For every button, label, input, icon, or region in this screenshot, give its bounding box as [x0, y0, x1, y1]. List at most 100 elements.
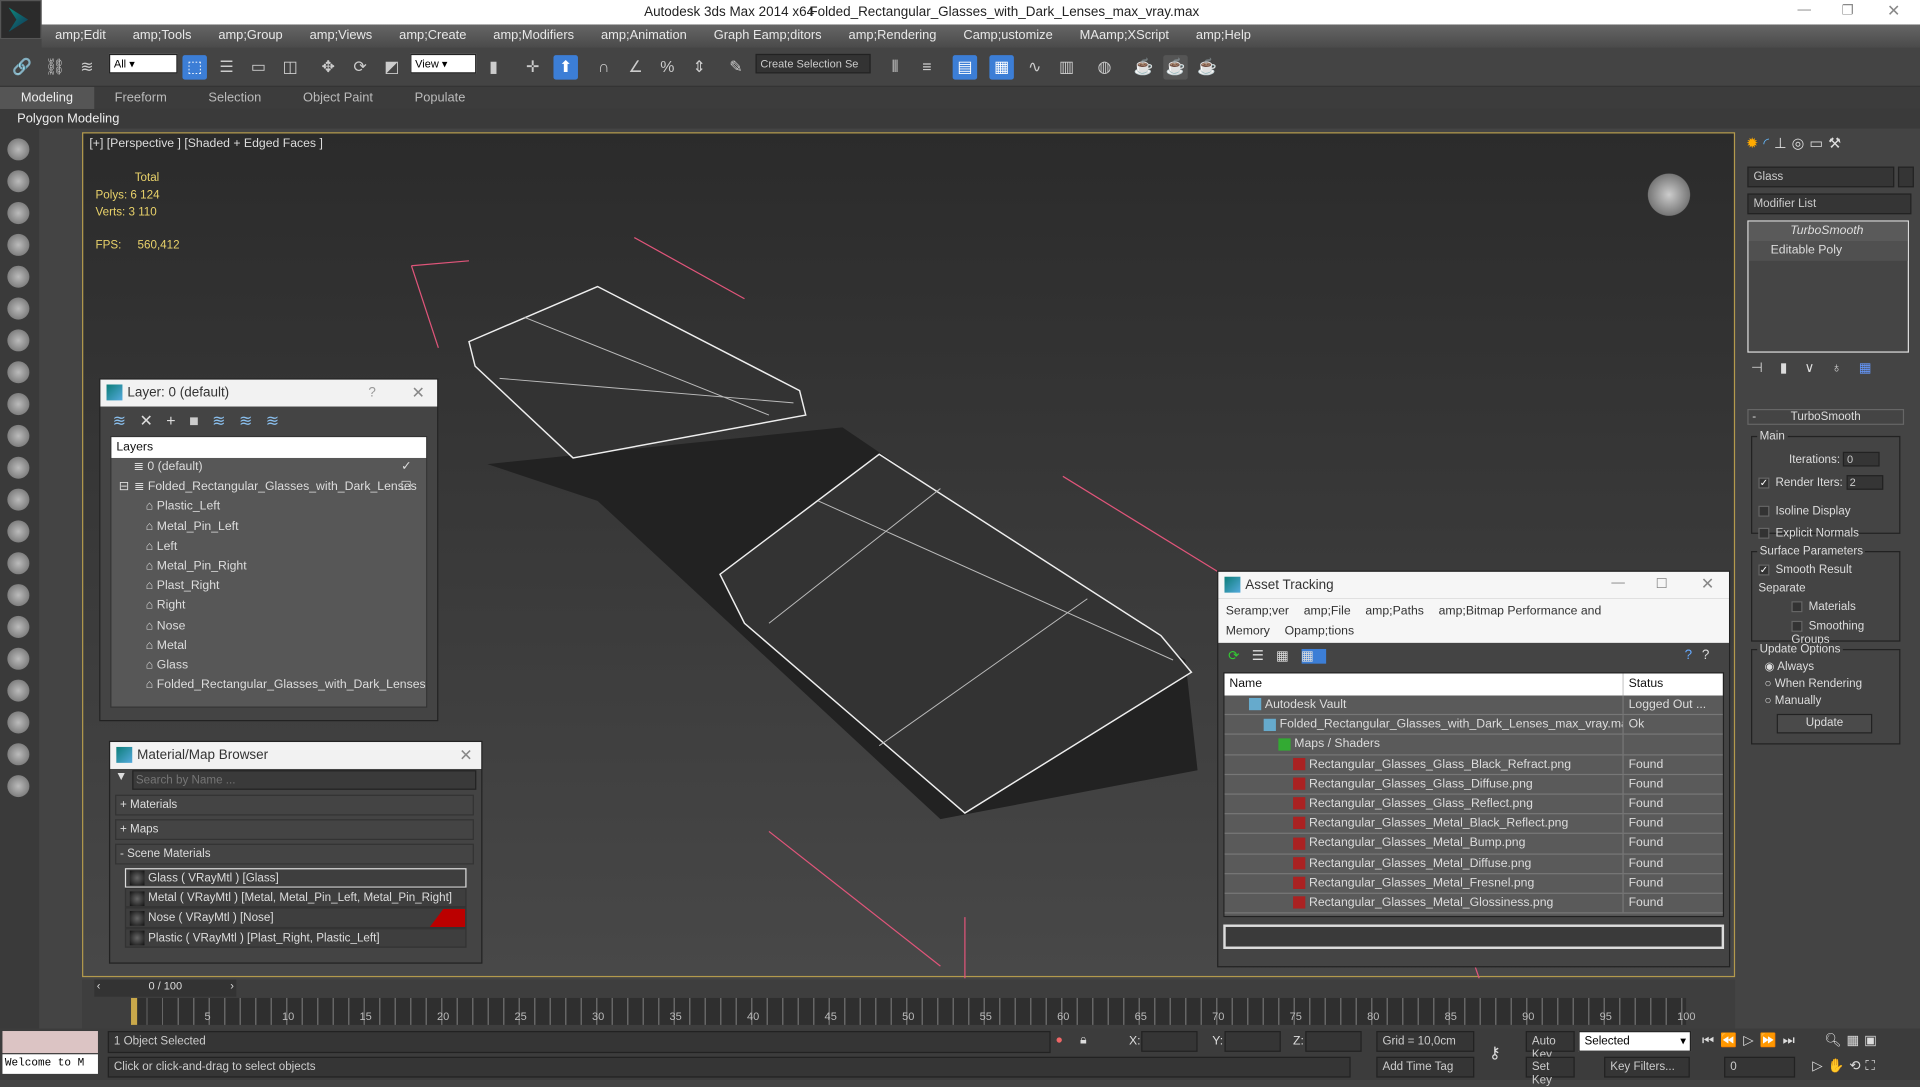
reference-coord-dropdown[interactable]: View ▾: [410, 53, 477, 74]
material-item[interactable]: Plastic ( VRayMtl ) [Plast_Right, Plasti…: [124, 927, 467, 948]
highlight-layer-icon[interactable]: ≋: [212, 411, 239, 429]
object-row[interactable]: ⌂ Plastic_Left: [111, 498, 426, 518]
collapse-icon[interactable]: ⊟: [119, 480, 129, 493]
ribbon-tab[interactable]: Modeling: [0, 86, 94, 109]
zoom-icon[interactable]: 🔍︎: [1824, 1033, 1846, 1048]
named-selection-dropdown[interactable]: Create Selection Se: [755, 53, 871, 74]
refresh-icon[interactable]: ⟳: [1228, 649, 1252, 664]
list-view-icon[interactable]: ☰: [1252, 649, 1276, 664]
tool-icon[interactable]: [7, 202, 30, 225]
time-slider[interactable]: ‹ 0 / 100 ›: [94, 979, 237, 997]
isoline-checkbox[interactable]: [1758, 505, 1770, 517]
object-row[interactable]: ⌂ Glass: [111, 656, 426, 676]
tool-icon[interactable]: [7, 138, 30, 161]
isolate-icon[interactable]: ●: [1056, 1033, 1063, 1046]
maxscript-listener[interactable]: [2, 1031, 98, 1054]
keyboard-shortcut-icon[interactable]: ⬆: [553, 55, 578, 80]
material-item[interactable]: Glass ( VRayMtl ) [Glass]: [124, 868, 467, 888]
menu-item[interactable]: amp;Rendering: [835, 24, 950, 47]
asset-row[interactable]: Rectangular_Glasses_Glass_Reflect.png Fou…: [1224, 794, 1723, 815]
snap-icon[interactable]: ∩: [591, 55, 615, 79]
object-row[interactable]: ⌂ Right: [111, 597, 426, 617]
menu-item[interactable]: amp;Tools: [119, 24, 205, 47]
tool-icon[interactable]: [7, 488, 30, 511]
y-coordinate-field[interactable]: [1224, 1031, 1281, 1052]
current-layer-check-icon[interactable]: ✓: [401, 458, 411, 478]
tool-icon[interactable]: [7, 170, 30, 193]
object-row[interactable]: ⌂ Metal_Pin_Right: [111, 557, 426, 577]
asset-row[interactable]: Rectangular_Glasses_Metal_Bump.png Found: [1224, 834, 1723, 855]
browser-section-header[interactable]: + Maps: [115, 819, 474, 841]
close-button[interactable]: ✕: [1701, 574, 1714, 594]
menu-item[interactable]: MAamp;XScript: [1066, 24, 1182, 47]
tool-icon[interactable]: [7, 552, 30, 575]
tool-icon[interactable]: [7, 393, 30, 416]
object-row[interactable]: ⌂ Left: [111, 537, 426, 557]
bind-spacewarp-icon[interactable]: ≋: [75, 55, 99, 79]
object-row[interactable]: ⌂ Metal: [111, 636, 426, 656]
always-radio[interactable]: ◉ Always: [1764, 660, 1814, 673]
add-time-tag[interactable]: Add Time Tag: [1376, 1056, 1475, 1078]
object-row[interactable]: ⌂ Nose: [111, 617, 426, 637]
options-menu-icon[interactable]: ▼: [115, 770, 132, 790]
zoom-all-icon[interactable]: ▦: [1846, 1033, 1864, 1048]
lock-selection-icon[interactable]: 🔒︎: [1080, 1033, 1087, 1046]
asset-row[interactable]: Rectangular_Glasses_Metal_Black_Reflect.…: [1224, 814, 1723, 835]
explicit-normals-checkbox[interactable]: [1758, 527, 1770, 539]
orbit-icon[interactable]: ⟲: [1849, 1059, 1865, 1074]
smoothing-groups-checkbox[interactable]: [1791, 620, 1803, 632]
menu-item[interactable]: amp;Views: [296, 24, 386, 47]
menu-item[interactable]: amp;Modifiers: [480, 24, 588, 47]
menu-item[interactable]: Camp;ustomize: [950, 24, 1066, 47]
materials-checkbox[interactable]: [1791, 601, 1803, 613]
window-crossing-icon[interactable]: ◫: [278, 55, 302, 79]
add-to-layer-icon[interactable]: +: [166, 411, 189, 429]
hide-all-icon[interactable]: ≋: [239, 411, 266, 429]
x-coordinate-field[interactable]: [1141, 1031, 1198, 1052]
prev-key-icon[interactable]: ⏪: [1720, 1033, 1743, 1048]
asset-row[interactable]: Rectangular_Glasses_Glass_Black_Refract.…: [1224, 754, 1723, 775]
asset-row[interactable]: Autodesk Vault Logged Out ...: [1224, 695, 1723, 716]
make-unique-icon[interactable]: ∨: [1804, 361, 1831, 376]
search-input[interactable]: [132, 770, 477, 790]
tool-icon[interactable]: [7, 297, 30, 320]
turbosmooth-rollout-header[interactable]: - TurboSmooth: [1747, 408, 1905, 425]
status-column-header[interactable]: Status: [1624, 673, 1669, 695]
scale-icon[interactable]: ◩: [380, 55, 404, 79]
context-help-icon[interactable]: ?: [1702, 648, 1719, 663]
tool-icon[interactable]: [7, 775, 30, 798]
tool-icon[interactable]: [7, 647, 30, 670]
select-objects-icon[interactable]: ■: [189, 411, 212, 429]
align-icon[interactable]: ≡: [915, 55, 939, 79]
prev-frame-icon[interactable]: ‹: [97, 980, 101, 992]
restore-button[interactable]: ❐: [1842, 2, 1854, 19]
move-icon[interactable]: ✥: [316, 55, 340, 79]
z-coordinate-field[interactable]: [1305, 1031, 1362, 1052]
create-layer-icon[interactable]: ≋: [113, 411, 140, 429]
minimize-button[interactable]: —: [1611, 576, 1624, 591]
asset-row[interactable]: Rectangular_Glasses_Metal_Diffuse.png Fou…: [1224, 854, 1723, 874]
freeze-all-icon[interactable]: ≋: [266, 411, 293, 429]
asset-menu-item[interactable]: Seramp;ver: [1226, 605, 1289, 618]
modifier-stack-item[interactable]: TurboSmooth: [1748, 221, 1908, 242]
go-to-start-icon[interactable]: ⏮: [1702, 1033, 1720, 1048]
iterations-spinner[interactable]: 0: [1843, 451, 1881, 467]
selection-filter-dropdown[interactable]: All ▾: [108, 53, 178, 74]
modifier-stack-item[interactable]: Editable Poly: [1748, 241, 1908, 262]
menu-item[interactable]: amp;Group: [205, 24, 296, 47]
pivot-icon[interactable]: ▮: [481, 55, 505, 79]
utilities-tab-icon[interactable]: ⚒: [1828, 135, 1841, 157]
angle-snap-icon[interactable]: ∠: [623, 55, 647, 79]
tool-icon[interactable]: [7, 265, 30, 288]
tool-icon[interactable]: [7, 456, 30, 479]
tool-icon[interactable]: [7, 679, 30, 702]
asset-row[interactable]: Rectangular_Glasses_Metal_Glossiness.png…: [1224, 893, 1723, 914]
display-tab-icon[interactable]: ▭: [1809, 135, 1823, 157]
curve-editor-icon[interactable]: ∿: [1022, 55, 1046, 79]
layer-row[interactable]: ≣ 0 (default) ✓: [111, 458, 426, 478]
go-to-end-icon[interactable]: ⏭: [1783, 1033, 1801, 1048]
rotate-icon[interactable]: ⟳: [348, 55, 372, 79]
next-key-icon[interactable]: ⏩: [1760, 1033, 1783, 1048]
render-iters-spinner[interactable]: 2: [1845, 475, 1883, 490]
update-button[interactable]: Update: [1776, 713, 1873, 734]
